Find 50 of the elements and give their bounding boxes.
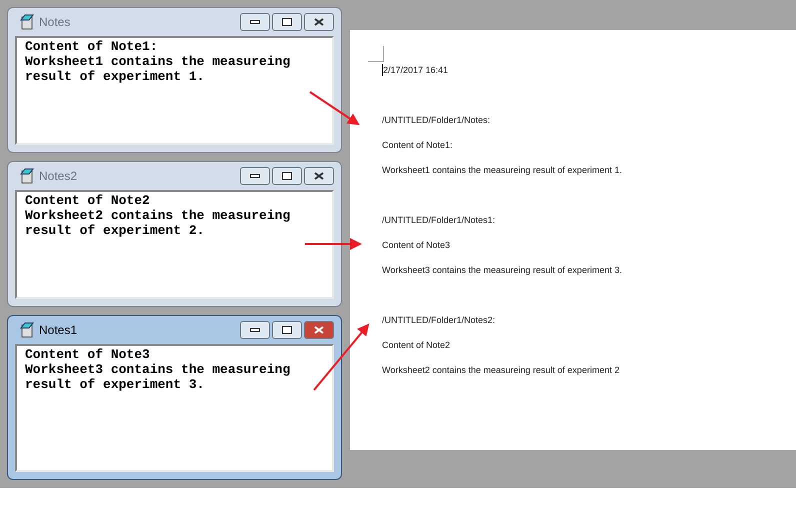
note-path: /UNTITLED/Folder1/Notes1: xyxy=(382,214,496,226)
note-line: result of experiment 1. xyxy=(25,69,206,84)
minimize-icon xyxy=(250,328,260,332)
paragraph: Worksheet1 contains the measureing result of experiment 1. xyxy=(382,164,623,176)
note-line: Worksheet2 contains the measureing xyxy=(25,208,292,223)
paragraph: Content of Note2 xyxy=(382,339,452,351)
note-path: /UNTITLED/Folder1/Notes: xyxy=(382,114,492,126)
maximize-icon xyxy=(282,18,292,26)
minimize-button[interactable] xyxy=(240,167,270,185)
maximize-icon xyxy=(282,172,292,180)
close-icon xyxy=(314,172,324,180)
paragraph: Worksheet3 contains the measureing result of experiment 3. xyxy=(382,264,623,276)
timestamp: 2/17/2017 16:41 xyxy=(382,64,796,76)
window-title: Notes1 xyxy=(39,322,78,339)
pointer-arrow xyxy=(305,238,362,250)
margin-corner-mark xyxy=(368,46,384,62)
note-line: Content of Note3 xyxy=(25,347,151,362)
minimize-button[interactable] xyxy=(240,13,270,31)
note-text-area[interactable]: Content of Note2 Worksheet2 contains the measureing result of experiment 2. xyxy=(15,190,334,299)
maximize-icon xyxy=(282,326,292,334)
note-text-area[interactable]: Content of Note1: Worksheet1 contains the measureing result of experiment 1. xyxy=(15,36,334,145)
maximize-button[interactable] xyxy=(272,167,302,185)
minimize-icon xyxy=(250,174,260,178)
note-line: result of experiment 3. xyxy=(25,377,206,392)
note-line: Content of Note1: xyxy=(25,39,159,54)
close-button[interactable] xyxy=(304,167,334,185)
minimize-icon xyxy=(250,20,260,24)
note-text-area[interactable]: Content of Note3 Worksheet3 contains the measureing result of experiment 3. xyxy=(15,344,334,472)
pointer-arrow xyxy=(313,323,370,391)
window-title: Notes2 xyxy=(39,168,78,185)
close-button[interactable] xyxy=(304,321,334,339)
paragraph: Content of Note1: xyxy=(382,139,454,151)
close-icon xyxy=(314,18,324,26)
close-icon xyxy=(314,326,324,334)
paragraph: Worksheet2 contains the measureing result of experiment 2 xyxy=(382,364,620,376)
note-line: Worksheet3 contains the measureing xyxy=(25,362,292,377)
note-line: Content of Note2 xyxy=(25,193,151,208)
note-line: Worksheet1 contains the measureing xyxy=(25,54,292,69)
maximize-button[interactable] xyxy=(272,13,302,31)
close-button[interactable] xyxy=(304,13,334,31)
pointer-arrow xyxy=(309,91,360,126)
note-line: result of experiment 2. xyxy=(25,223,206,238)
minimize-button[interactable] xyxy=(240,321,270,339)
maximize-button[interactable] xyxy=(272,321,302,339)
window-title: Notes xyxy=(39,14,70,31)
paragraph: Content of Note3 xyxy=(382,239,452,251)
notepad-icon xyxy=(19,168,35,184)
notepad-icon xyxy=(19,14,35,30)
notepad-icon xyxy=(19,322,35,338)
note-path: /UNTITLED/Folder1/Notes2: xyxy=(382,314,496,326)
